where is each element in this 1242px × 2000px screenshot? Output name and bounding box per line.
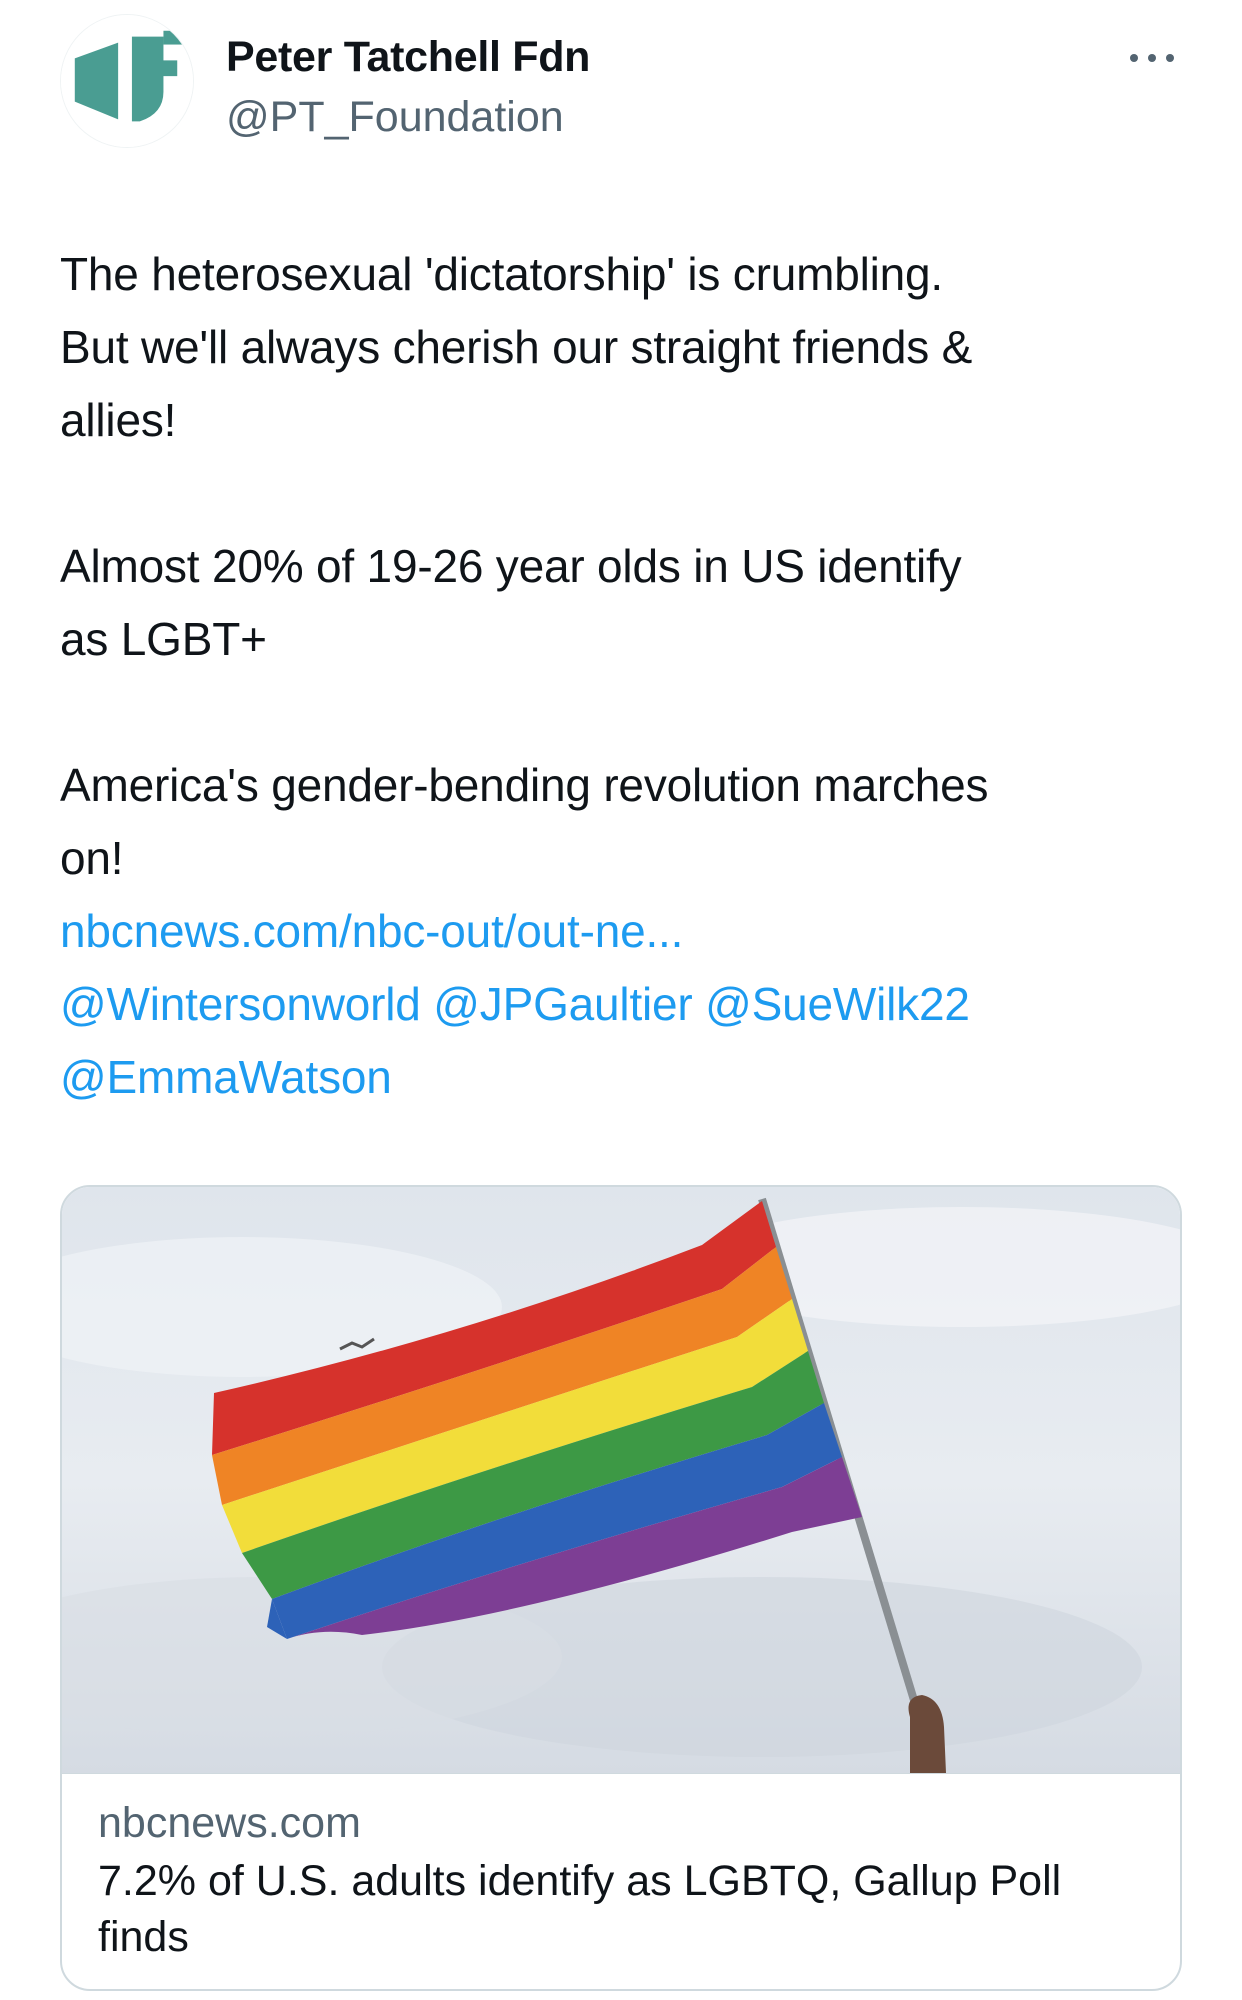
link-preview-card[interactable]: nbcnews.com 7.2% of U.S. adults identify… <box>60 1185 1182 1991</box>
tweet-text: The heterosexual 'dictatorship' is crumb… <box>60 238 1190 1114</box>
author-handle[interactable]: @PT_Foundation <box>226 93 564 142</box>
card-title: 7.2% of U.S. adults identify as LGBTQ, G… <box>98 1857 1062 1961</box>
article-link[interactable]: nbcnews.com/nbc-out/out-ne... <box>60 905 683 957</box>
card-image[interactable] <box>62 1187 1180 1773</box>
tweet-paragraph: Almost 20% of 19-26 year olds in US iden… <box>60 540 962 665</box>
tweet-paragraph: America's gender-bending revolution marc… <box>60 759 989 884</box>
mention-link[interactable]: @JPGaultier <box>433 978 692 1030</box>
rainbow-flag-image <box>62 1187 1180 1773</box>
tweet-paragraph: The heterosexual 'dictatorship' is crumb… <box>60 248 973 446</box>
more-options-button[interactable] <box>1122 38 1182 78</box>
card-divider <box>62 1773 1180 1774</box>
card-domain: nbcnews.com <box>98 1799 361 1847</box>
tweet-links: nbcnews.com/nbc-out/out-ne... @Winterson… <box>60 895 1190 1114</box>
avatar[interactable] <box>60 14 194 148</box>
more-horizontal-icon <box>1130 54 1174 62</box>
foundation-logo-icon <box>61 15 193 147</box>
tweet: Peter Tatchell Fdn @PT_Foundation The he… <box>0 0 1242 2000</box>
mention-link[interactable]: @EmmaWatson <box>60 1051 392 1103</box>
mention-link[interactable]: @SueWilk22 <box>705 978 970 1030</box>
mention-link[interactable]: @Wintersonworld <box>60 978 421 1030</box>
author-display-name[interactable]: Peter Tatchell Fdn <box>226 33 590 82</box>
